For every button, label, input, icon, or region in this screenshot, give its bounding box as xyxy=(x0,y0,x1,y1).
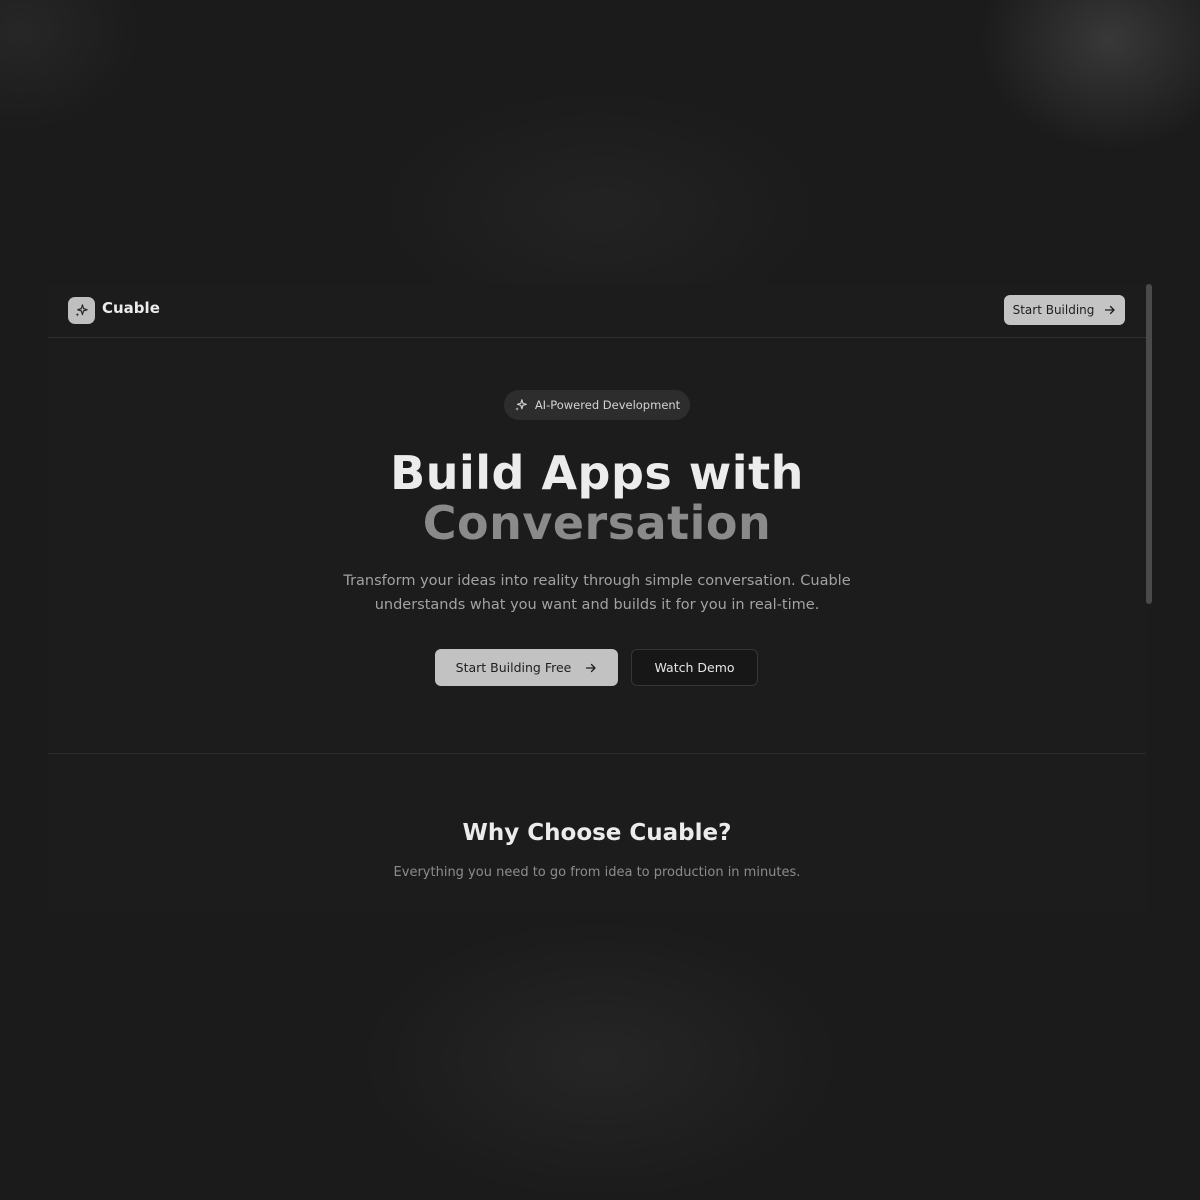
brand-name[interactable]: Cuable xyxy=(102,299,160,317)
start-building-button[interactable]: Start Building xyxy=(1004,295,1125,325)
section-divider xyxy=(48,753,1146,754)
hero-title-line1: Build Apps with xyxy=(390,446,804,500)
arrow-right-icon xyxy=(586,663,597,672)
landing-page: Cuable Start Building AI-Powered Develop… xyxy=(48,284,1146,914)
hero-title-line2: Conversation xyxy=(422,496,772,550)
sparkle-icon xyxy=(75,304,88,317)
arrow-right-icon xyxy=(1105,305,1116,315)
logo[interactable] xyxy=(68,297,95,324)
ai-badge: AI-Powered Development xyxy=(504,390,690,420)
features-title: Why Choose Cuable? xyxy=(462,820,732,846)
start-building-free-label: Start Building Free xyxy=(455,660,572,675)
top-navbar: Cuable Start Building xyxy=(48,284,1146,338)
start-building-free-button[interactable]: Start Building Free xyxy=(435,649,618,686)
start-building-label: Start Building xyxy=(1012,303,1095,317)
watch-demo-label: Watch Demo xyxy=(654,660,735,675)
scrollbar-thumb[interactable] xyxy=(1146,284,1152,604)
sparkle-icon xyxy=(515,399,527,411)
watch-demo-button[interactable]: Watch Demo xyxy=(631,649,758,686)
ai-badge-label: AI-Powered Development xyxy=(534,398,681,412)
features-subtitle: Everything you need to go from idea to p… xyxy=(393,865,801,880)
hero-subtitle: Transform your ideas into reality throug… xyxy=(343,573,851,613)
